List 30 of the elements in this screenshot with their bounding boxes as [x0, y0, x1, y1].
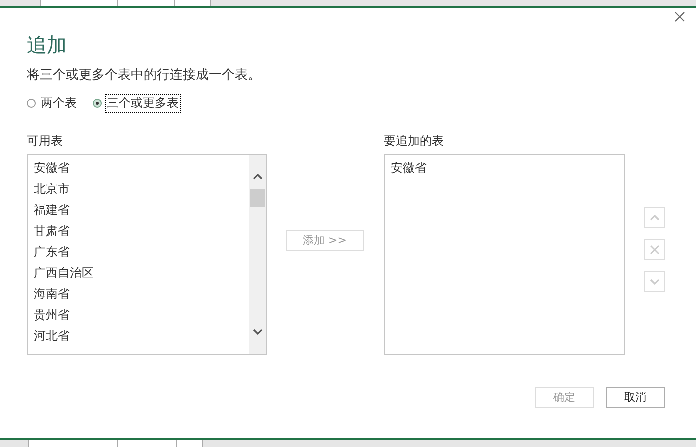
scroll-thumb[interactable] — [250, 189, 265, 207]
chevron-down-icon — [252, 329, 262, 335]
close-icon — [675, 12, 685, 22]
list-item[interactable]: 海南省 — [34, 284, 70, 305]
available-tables-list[interactable]: 安徽省 北京市 福建省 甘肃省 广东省 广西自治区 海南省 贵州省 河北省 — [27, 154, 267, 355]
list-item[interactable]: 福建省 — [34, 200, 70, 221]
radio-label[interactable]: 两个表 — [39, 94, 79, 113]
list-item[interactable]: 贵州省 — [34, 305, 70, 326]
list-item[interactable]: 北京市 — [34, 179, 70, 200]
list-item[interactable]: 广东省 — [34, 242, 70, 263]
list-item[interactable]: 甘肃省 — [34, 221, 70, 242]
list-item[interactable]: 安徽省 — [391, 158, 427, 179]
cancel-button[interactable]: 取消 — [606, 387, 665, 408]
cross-icon — [650, 244, 660, 254]
scrollbar[interactable] — [249, 155, 266, 354]
list-item[interactable]: 河北省 — [34, 326, 70, 347]
list-item[interactable]: 安徽省 — [34, 158, 70, 179]
chevron-down-icon — [650, 278, 660, 284]
close-button[interactable] — [673, 10, 687, 24]
available-tables-label: 可用表 — [27, 133, 63, 149]
dialog-description: 将三个或更多个表中的行连接成一个表。 — [27, 67, 261, 84]
dialog-title: 追加 — [27, 33, 67, 57]
radio-label[interactable]: 三个或更多表 — [105, 94, 181, 113]
radio-button[interactable] — [27, 99, 36, 108]
tables-to-append-list[interactable]: 安徽省 — [384, 154, 625, 355]
tables-to-append-label: 要追加的表 — [384, 133, 444, 149]
chevron-up-icon — [650, 214, 660, 220]
list-item[interactable]: 广西自治区 — [34, 263, 94, 284]
chevron-up-icon — [252, 174, 262, 180]
radio-button[interactable] — [93, 99, 102, 108]
